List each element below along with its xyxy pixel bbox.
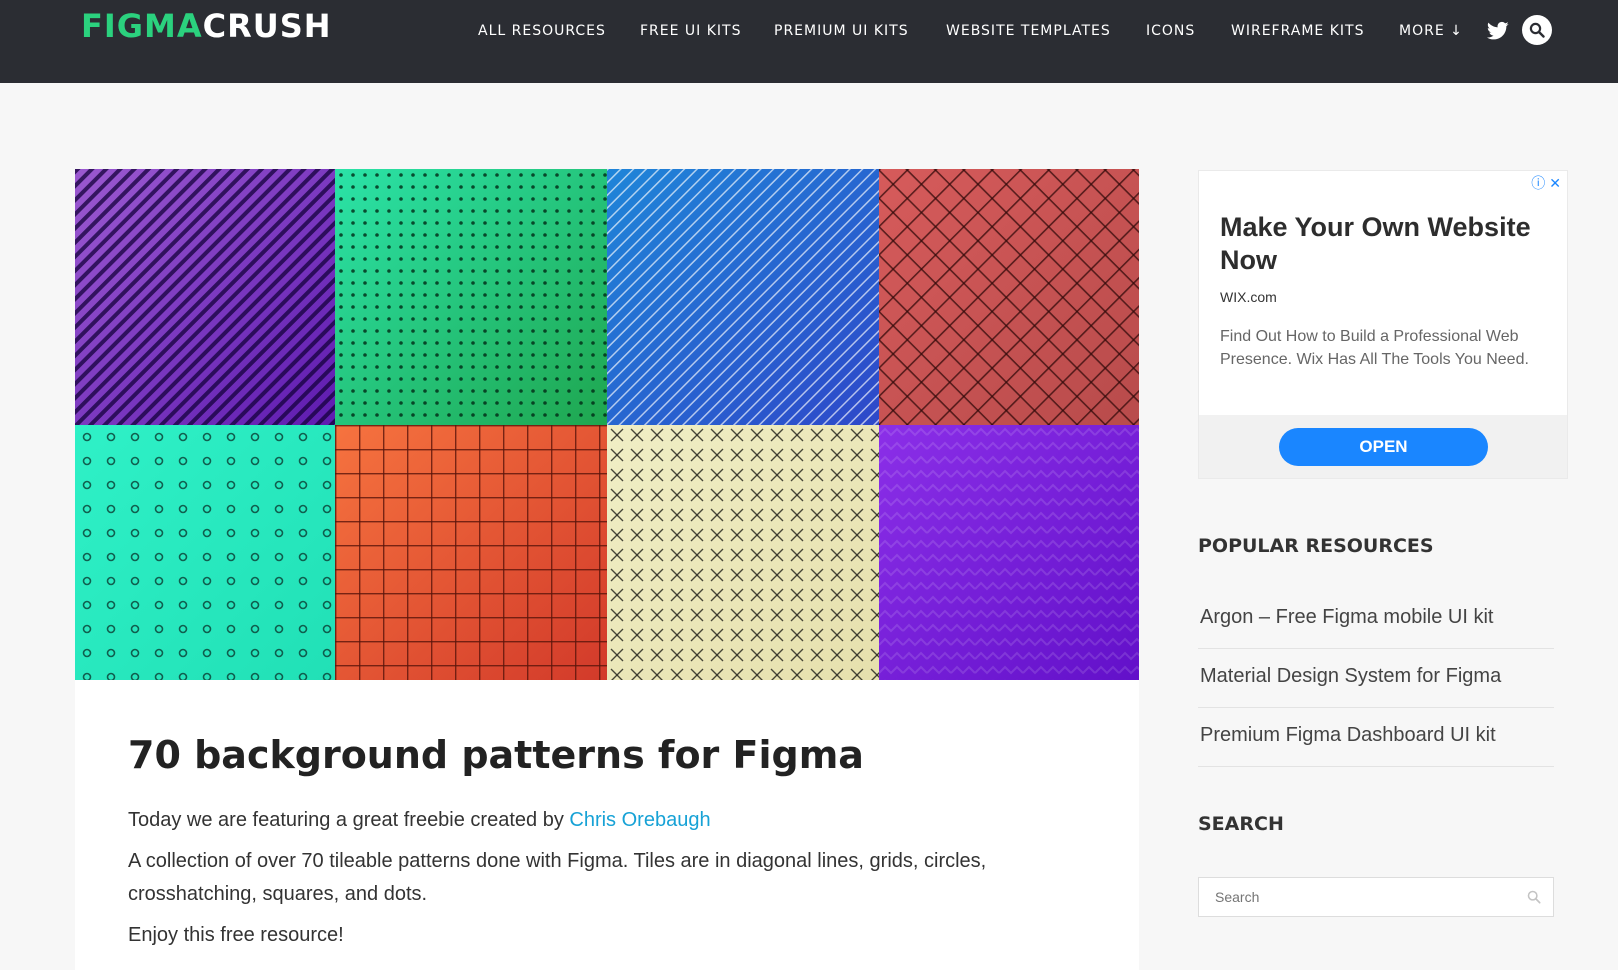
article-description-line1: A collection of over 70 tileable pattern…	[128, 850, 987, 872]
hero-pattern-image	[75, 169, 1139, 680]
header-search-button[interactable]	[1522, 15, 1552, 45]
ad-controls: ⓘ ✕	[1527, 173, 1561, 193]
search-icon[interactable]	[1527, 890, 1541, 904]
pattern-tile-crosshatch-red	[879, 169, 1139, 425]
post-title: 70 background patterns for Figma	[128, 733, 864, 777]
ad-close-icon[interactable]: ✕	[1549, 175, 1561, 191]
popular-resources-list: Argon – Free Figma mobile UI kit Materia…	[1198, 590, 1554, 767]
site-header: FIGMACRUSH ALL RESOURCES FREE UI KITS PR…	[0, 0, 1618, 83]
sidebar-ad[interactable]: ⓘ ✕ Make Your Own Website Now WIX.com Fin…	[1198, 170, 1568, 479]
pattern-tile-zigzag-violet	[879, 425, 1139, 680]
ad-headline[interactable]: Make Your Own Website Now	[1220, 211, 1540, 277]
pattern-tile-dots-green	[335, 169, 607, 425]
author-link[interactable]: Chris Orebaugh	[569, 809, 710, 831]
nav-all-resources[interactable]: ALL RESOURCES	[478, 20, 606, 42]
article-closing: Enjoy this free resource!	[128, 924, 344, 946]
pattern-tile-diagonal-purple	[75, 169, 335, 425]
nav-free-ui-kits[interactable]: FREE UI KITS	[640, 20, 742, 42]
nav-premium-ui-kits[interactable]: PREMIUM UI KITS	[774, 20, 909, 42]
ad-info-icon[interactable]: ⓘ	[1531, 175, 1545, 191]
pattern-tile-circles-teal	[75, 425, 335, 680]
pattern-tile-diagonal-blue	[607, 169, 879, 425]
popular-item-argon[interactable]: Argon – Free Figma mobile UI kit	[1198, 590, 1554, 649]
nav-icons[interactable]: ICONS	[1146, 20, 1195, 42]
intro-text: Today we are featuring a great freebie c…	[128, 809, 570, 831]
search-icon	[1529, 22, 1545, 38]
article-intro: Today we are featuring a great freebie c…	[128, 803, 1028, 837]
search-heading: SEARCH	[1198, 813, 1284, 835]
ad-description: Find Out How to Build a Professional Web…	[1220, 328, 1529, 368]
pattern-tile-x-cream	[607, 425, 879, 680]
nav-website-templates[interactable]: WEBSITE TEMPLATES	[946, 20, 1111, 42]
sidebar-search-input[interactable]	[1213, 888, 1517, 906]
popular-item-material-design[interactable]: Material Design System for Figma	[1198, 649, 1554, 708]
site-logo[interactable]: FIGMACRUSH	[81, 8, 332, 44]
ad-domain: WIX.com	[1220, 289, 1277, 305]
ad-open-button[interactable]: OPEN	[1279, 428, 1488, 466]
ad-footer: OPEN	[1199, 415, 1567, 478]
popular-resources-heading: POPULAR RESOURCES	[1198, 535, 1434, 557]
pattern-tile-grid-orange	[335, 425, 607, 680]
nav-wireframe-kits[interactable]: WIREFRAME KITS	[1231, 20, 1364, 42]
popular-item-dashboard-kit[interactable]: Premium Figma Dashboard UI kit	[1198, 708, 1554, 767]
article-body: 70 background patterns for Figma Today w…	[75, 680, 1139, 970]
logo-figma: FIGMA	[81, 7, 203, 45]
sidebar-search	[1198, 877, 1554, 917]
article-description-line2: crosshatching, squares, and dots.	[128, 883, 428, 905]
logo-crush: CRUSH	[202, 7, 332, 45]
twitter-icon[interactable]	[1487, 21, 1509, 41]
nav-more[interactable]: MORE ↓	[1399, 20, 1463, 42]
